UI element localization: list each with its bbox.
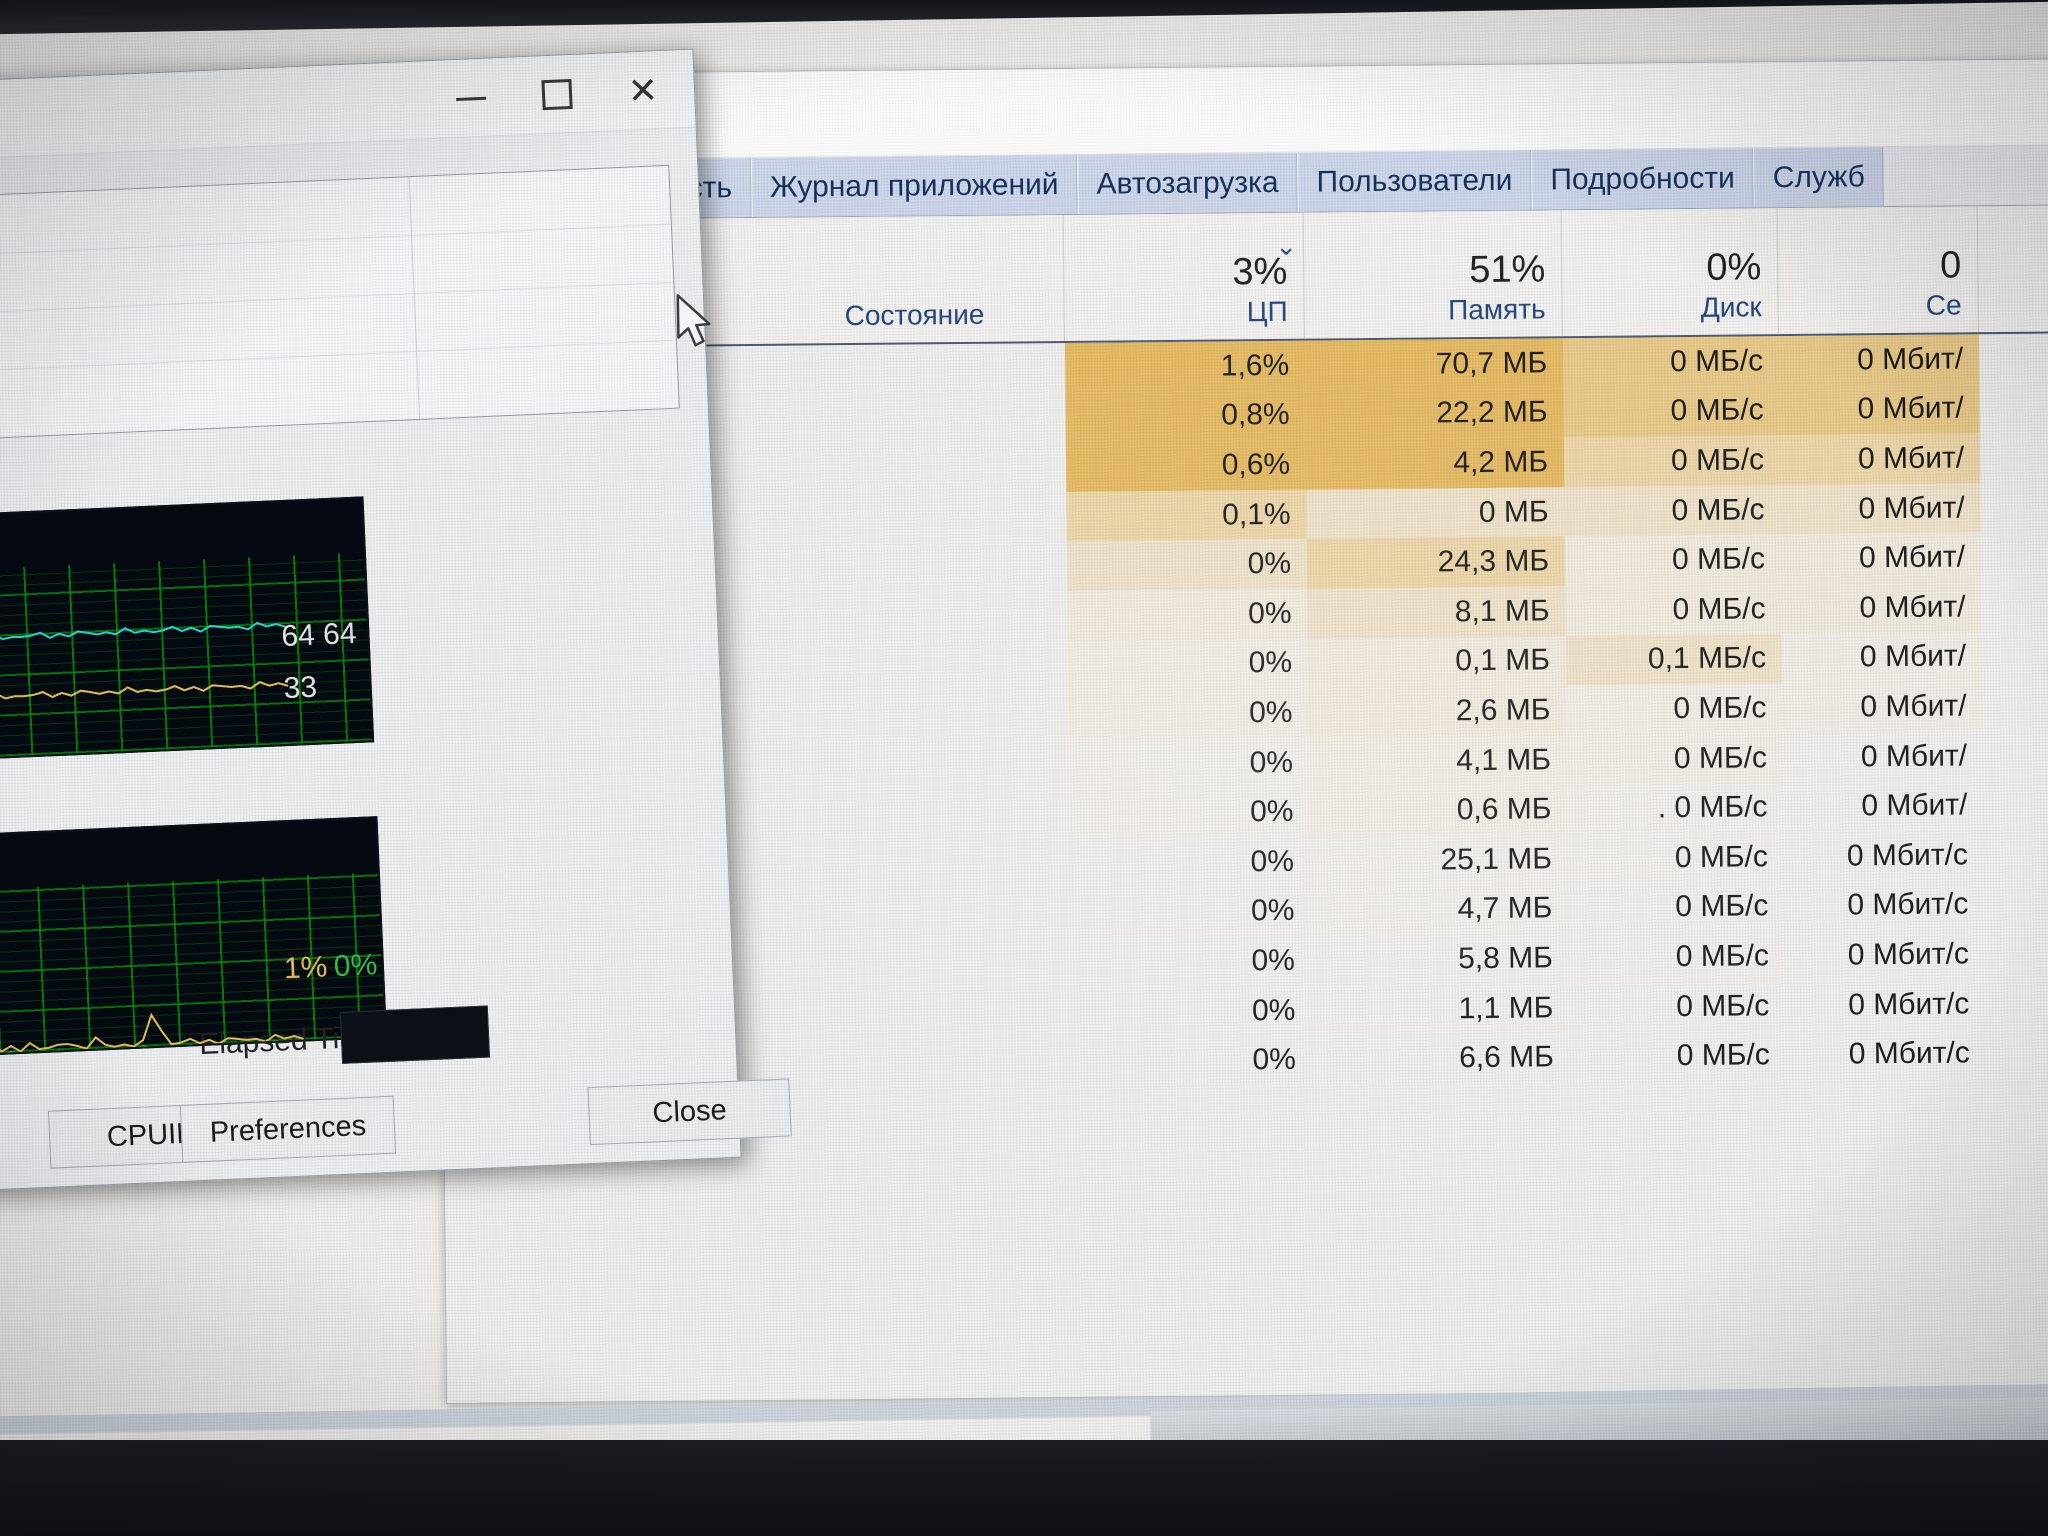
cell-network: 0 Мбит/ [1781, 631, 1983, 684]
cell-cpu: 0% [1070, 886, 1311, 939]
cell-memory: 0,1 МБ [1307, 635, 1567, 688]
throttling-value: 0% [333, 948, 378, 984]
cell-network: 0 Мбит/ [1781, 582, 1982, 634]
usage-value: 1% [283, 950, 328, 986]
cell-network: 0 Мбит/с [1785, 978, 1986, 1031]
column-header-status[interactable]: Состояние [835, 215, 1065, 344]
temp-value-cpu: 64 64 [280, 616, 358, 654]
cell-cpu: 0% [1069, 787, 1310, 839]
cell-memory: 1,1 МБ [1311, 982, 1570, 1035]
cell-disk: 0 МБ/с [1565, 584, 1782, 636]
temperature-graph[interactable]: CPU Core #2 Apacer AS340 120GB (33) VERS… [0, 496, 375, 787]
desktop-screen: ность Журнал приложений Автозагрузка Пол… [0, 1, 2048, 1505]
column-header-memory[interactable]: 51% Память [1303, 210, 1563, 339]
cell-network: 0 Мбит/ [1778, 334, 1980, 386]
column-header-cpu[interactable]: ⌄ 3% ЦП [1063, 212, 1305, 341]
cell-memory: 4,7 МБ [1310, 883, 1569, 936]
cell-disk: 0 МБ/с [1568, 881, 1785, 934]
cell-network: 0 Мбит/с [1784, 879, 1985, 932]
cell-disk: 0 МБ/с [1569, 1030, 1787, 1083]
cell-cpu: 0% [1067, 638, 1309, 691]
cell-memory: 24,3 МБ [1306, 536, 1566, 589]
cell-network: 0 Мбит/с [1785, 1028, 1987, 1081]
cell-network: 0 Мбит/с [1784, 929, 1986, 981]
cell-memory: 22,2 МБ [1305, 387, 1564, 440]
cell-disk: 0,1 МБ/с [1565, 633, 1783, 686]
cell-disk: 0 МБ/с [1568, 931, 1786, 983]
cell-memory: 0 МБ [1306, 486, 1565, 540]
cell-cpu: 0,6% [1065, 439, 1307, 492]
cell-disk: 0 МБ/с [1563, 385, 1780, 438]
temperature-trace [0, 552, 372, 786]
cell-cpu: 0% [1071, 1034, 1313, 1087]
cell-memory: 4,1 МБ [1308, 734, 1568, 788]
cell-network: 0 Мбит/ [1780, 532, 1982, 585]
cell-disk: 0 МБ/с [1563, 435, 1781, 487]
cell-memory: 6,6 МБ [1311, 1032, 1571, 1085]
cell-cpu: 0% [1070, 935, 1312, 988]
cell-cpu: 0% [1066, 539, 1308, 591]
minimize-button[interactable] [427, 62, 516, 136]
mouse-cursor-icon [676, 294, 711, 347]
window-controls[interactable]: ✕ [426, 50, 687, 139]
tab-services[interactable]: Служб [1753, 147, 1885, 208]
cell-network: 0 Мбит/с [1783, 830, 1985, 882]
cell-cpu: 0% [1068, 737, 1310, 790]
cell-disk: . 0 МБ/с [1567, 782, 1784, 835]
cell-disk: 0 МБ/с [1564, 484, 1781, 537]
cell-memory: 5,8 МБ [1310, 933, 1570, 986]
tab-users[interactable]: Пользователи [1297, 150, 1532, 212]
cell-disk: 0 МБ/с [1569, 980, 1786, 1033]
cell-cpu: 0,8% [1065, 390, 1306, 443]
cell-cpu: 1,6% [1064, 340, 1306, 393]
monitor-bezel-bottom [0, 1440, 2048, 1536]
cell-memory: 0,6 МБ [1309, 784, 1568, 837]
cell-memory: 2,6 МБ [1308, 685, 1567, 738]
cell-disk: 0 МБ/с [1566, 683, 1783, 735]
cell-memory: 4,2 МБ [1305, 437, 1565, 490]
cell-disk: 0 МБ/с [1562, 336, 1780, 388]
cell-network: 0 Мбит/ [1779, 433, 1981, 485]
cell-network: 0 Мбит/ [1782, 681, 1983, 733]
tab-app-history[interactable]: Журнал приложений [750, 154, 1078, 218]
cell-network: 0 Мбит/ [1780, 482, 1981, 535]
hwmonitor-top-panel [0, 164, 680, 453]
cell-cpu: 0% [1068, 687, 1309, 740]
close-action-button[interactable]: Close [587, 1078, 792, 1146]
cell-disk: 0 МБ/с [1564, 534, 1782, 587]
close-button[interactable]: ✕ [598, 54, 687, 128]
screen-photo: ность Журнал приложений Автозагрузка Пол… [0, 0, 2048, 1536]
tab-startup[interactable]: Автозагрузка [1077, 152, 1298, 214]
cell-disk: 0 МБ/с [1567, 832, 1785, 884]
cell-memory: 70,7 МБ [1304, 338, 1564, 391]
cell-disk: 0 МБ/с [1566, 732, 1784, 785]
cell-network: 0 Мбит/ [1783, 780, 1984, 833]
tab-details[interactable]: Подробности [1531, 148, 1755, 210]
column-header-disk[interactable]: 0% Диск [1561, 208, 1779, 337]
cell-cpu: 0% [1069, 836, 1311, 889]
maximize-button[interactable] [513, 58, 602, 132]
hwmonitor-window[interactable]: ✕ us nified Statistics CPU Core #2 [0, 48, 792, 1204]
cell-memory: 8,1 МБ [1307, 586, 1566, 639]
temp-value-ssd: 33 [282, 670, 318, 706]
preferences-button[interactable]: Preferences [179, 1095, 397, 1163]
cell-memory: 25,1 МБ [1309, 834, 1569, 887]
cell-cpu: 0% [1071, 985, 1312, 1038]
cell-cpu: 0,1% [1066, 489, 1307, 542]
cell-cpu: 0% [1067, 588, 1308, 641]
cell-network: 0 Мбит/ [1782, 730, 1984, 783]
hwmonitor-titlebar[interactable]: ✕ [0, 49, 696, 174]
column-header-network[interactable]: 0 Сe [1777, 206, 1979, 335]
cell-network: 0 Мбит/ [1779, 383, 1980, 436]
sort-caret-icon: ⌄ [1275, 230, 1298, 261]
